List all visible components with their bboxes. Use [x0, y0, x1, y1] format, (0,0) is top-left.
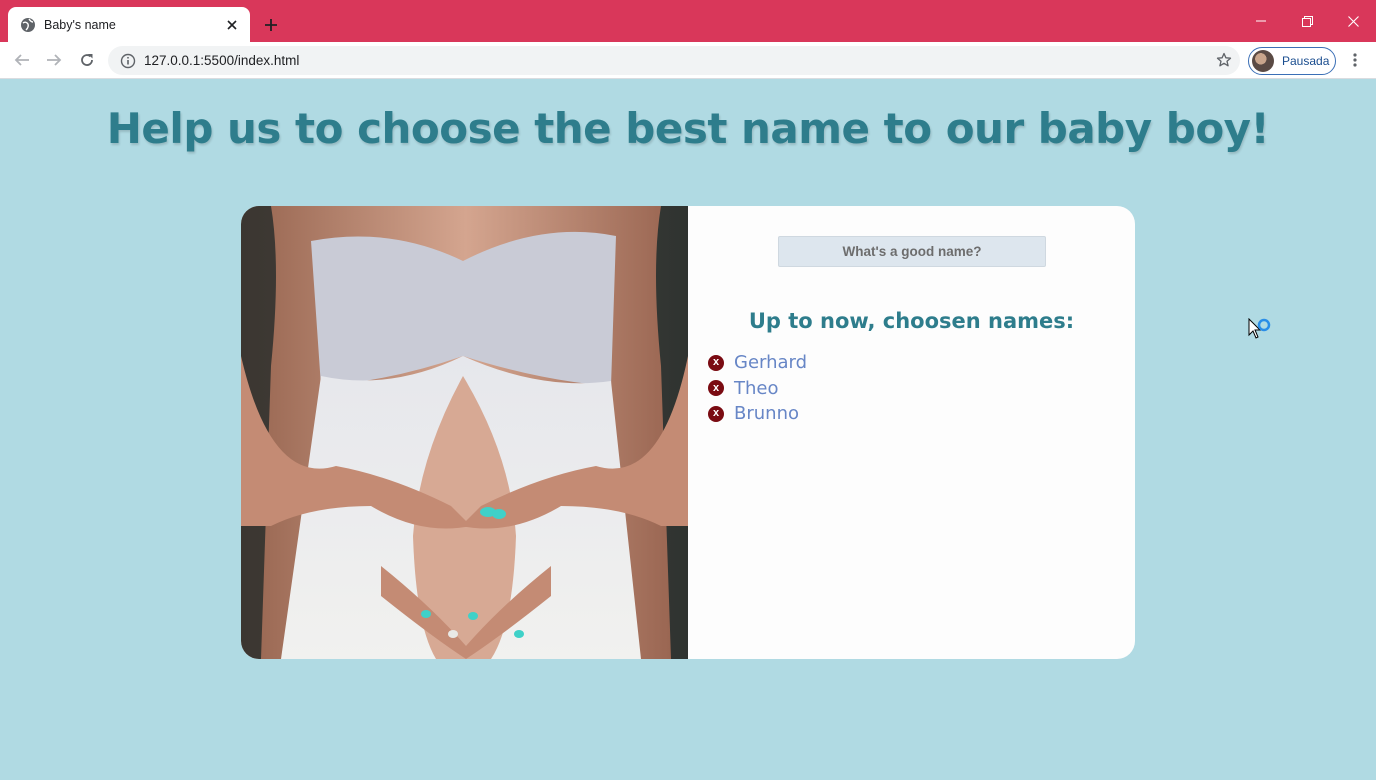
tab-title: Baby's name [44, 17, 116, 32]
list-item: x Brunno [708, 401, 807, 427]
close-window-icon[interactable] [1330, 0, 1376, 42]
minimize-icon[interactable] [1238, 0, 1284, 42]
pregnancy-photo [241, 206, 688, 659]
profile-label: Pausada [1282, 54, 1330, 68]
avatar [1252, 50, 1274, 72]
back-arrow-icon[interactable] [8, 46, 36, 74]
browser-toolbar: 127.0.0.1:5500/index.html Pausada [0, 42, 1376, 79]
info-icon[interactable] [120, 53, 136, 69]
star-icon[interactable] [1216, 52, 1232, 68]
menu-dots-icon[interactable] [1343, 46, 1367, 74]
restore-icon[interactable] [1284, 0, 1330, 42]
browser-titlebar: Baby's name [0, 0, 1376, 42]
name-input[interactable] [778, 236, 1046, 267]
name-text: Brunno [734, 403, 799, 425]
content-card: Up to now, choosen names: x Gerhard x Th… [241, 206, 1135, 659]
close-icon[interactable] [224, 17, 240, 33]
globe-icon [20, 17, 36, 33]
list-item: x Theo [708, 376, 807, 402]
cursor-icon [1248, 317, 1276, 346]
remove-name-button[interactable]: x [708, 405, 724, 422]
name-text: Gerhard [734, 352, 808, 374]
browser-tab[interactable]: Baby's name [8, 7, 250, 42]
plus-icon[interactable] [258, 12, 284, 38]
name-text: Theo [734, 377, 779, 399]
address-bar[interactable]: 127.0.0.1:5500/index.html [108, 46, 1240, 75]
names-list-title: Up to now, choosen names: [748, 309, 1075, 333]
names-list: x Gerhard x Theo x Brunno [708, 350, 807, 427]
names-panel: Up to now, choosen names: x Gerhard x Th… [688, 206, 1135, 659]
remove-name-button[interactable]: x [708, 380, 724, 397]
profile-button[interactable]: Pausada [1248, 47, 1336, 75]
page-headline: Help us to choose the best name to our b… [106, 104, 1270, 153]
reload-icon[interactable] [73, 46, 101, 74]
list-item: x Gerhard [708, 350, 807, 376]
remove-name-button[interactable]: x [708, 354, 724, 371]
forward-arrow-icon[interactable] [40, 46, 68, 74]
url-text: 127.0.0.1:5500/index.html [144, 53, 300, 68]
